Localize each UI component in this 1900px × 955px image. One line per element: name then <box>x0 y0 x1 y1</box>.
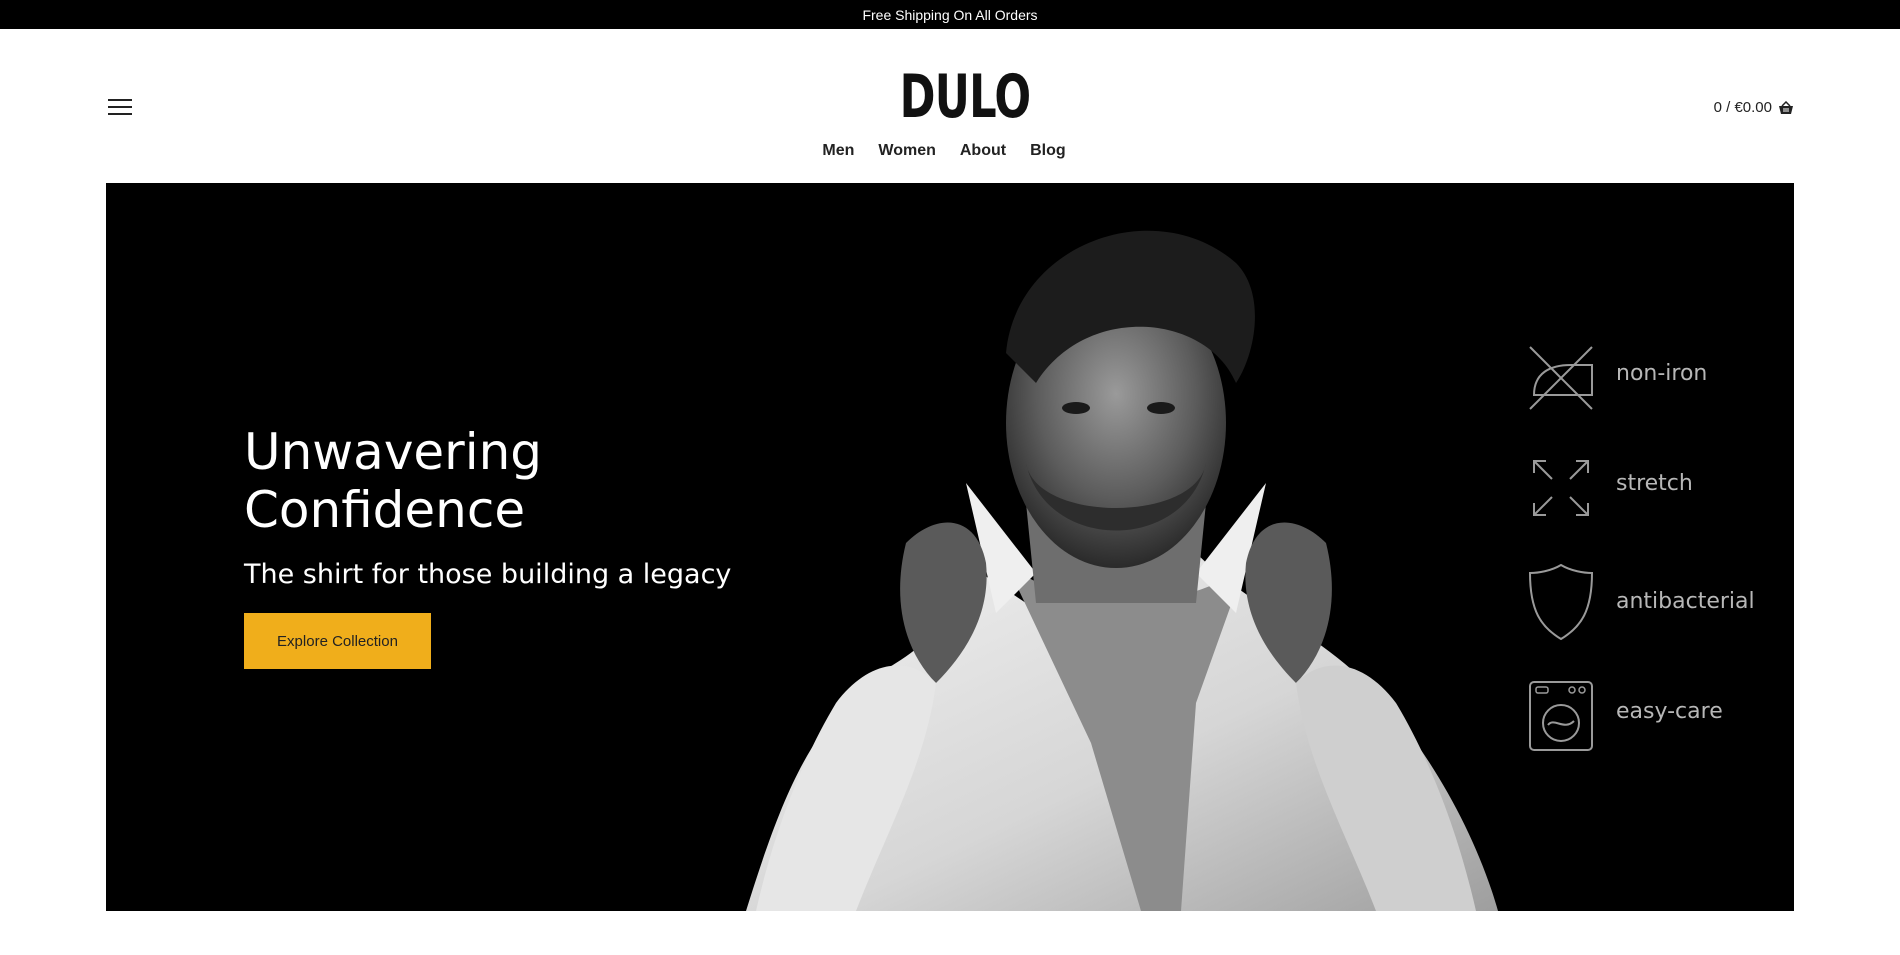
feature-list: non-iron stretch antibacterial easy-care <box>1516 343 1776 763</box>
no-iron-icon <box>1529 346 1593 410</box>
washing-machine-icon <box>1529 681 1593 751</box>
hero-title-line2: Confidence <box>244 481 526 539</box>
nav-item-men[interactable]: Men <box>822 142 854 160</box>
menu-line <box>108 106 132 108</box>
menu-line <box>108 99 132 101</box>
feature-item: antibacterial <box>1516 561 1776 641</box>
basket-icon <box>1779 100 1793 114</box>
site-header: DULO 0 / €0.00 Men Women About Blog <box>0 29 1900 183</box>
hero-title: Unwavering Confidence <box>244 423 744 539</box>
hamburger-menu-icon[interactable] <box>108 97 134 117</box>
announcement-bar: Free Shipping On All Orders <box>0 0 1900 29</box>
feature-label: stretch <box>1616 471 1693 496</box>
brand-logo[interactable]: DULO <box>900 65 1031 129</box>
main-navigation: Men Women About Blog <box>0 142 1900 160</box>
explore-collection-button[interactable]: Explore Collection <box>244 613 431 669</box>
hero-banner: Unwavering Confidence The shirt for thos… <box>106 183 1794 911</box>
stretch-arrows-icon <box>1533 460 1589 516</box>
cart-button[interactable]: 0 / €0.00 <box>1714 99 1794 116</box>
feature-label: non-iron <box>1616 361 1708 386</box>
nav-item-women[interactable]: Women <box>878 142 935 160</box>
hero-subtitle: The shirt for those building a legacy <box>244 559 732 590</box>
feature-label: easy-care <box>1616 699 1723 724</box>
announcement-text: Free Shipping On All Orders <box>862 6 1038 23</box>
cart-total: 0 / €0.00 <box>1713 99 1772 116</box>
nav-item-about[interactable]: About <box>960 142 1006 160</box>
menu-line <box>108 113 132 115</box>
hero-model-image <box>746 230 1498 911</box>
feature-label: antibacterial <box>1616 589 1755 614</box>
shield-icon <box>1528 563 1594 641</box>
feature-item: easy-care <box>1516 679 1776 759</box>
feature-item: non-iron <box>1516 343 1776 423</box>
feature-item: stretch <box>1516 453 1776 533</box>
hero-title-line1: Unwavering <box>244 423 543 481</box>
nav-item-blog[interactable]: Blog <box>1030 142 1066 160</box>
